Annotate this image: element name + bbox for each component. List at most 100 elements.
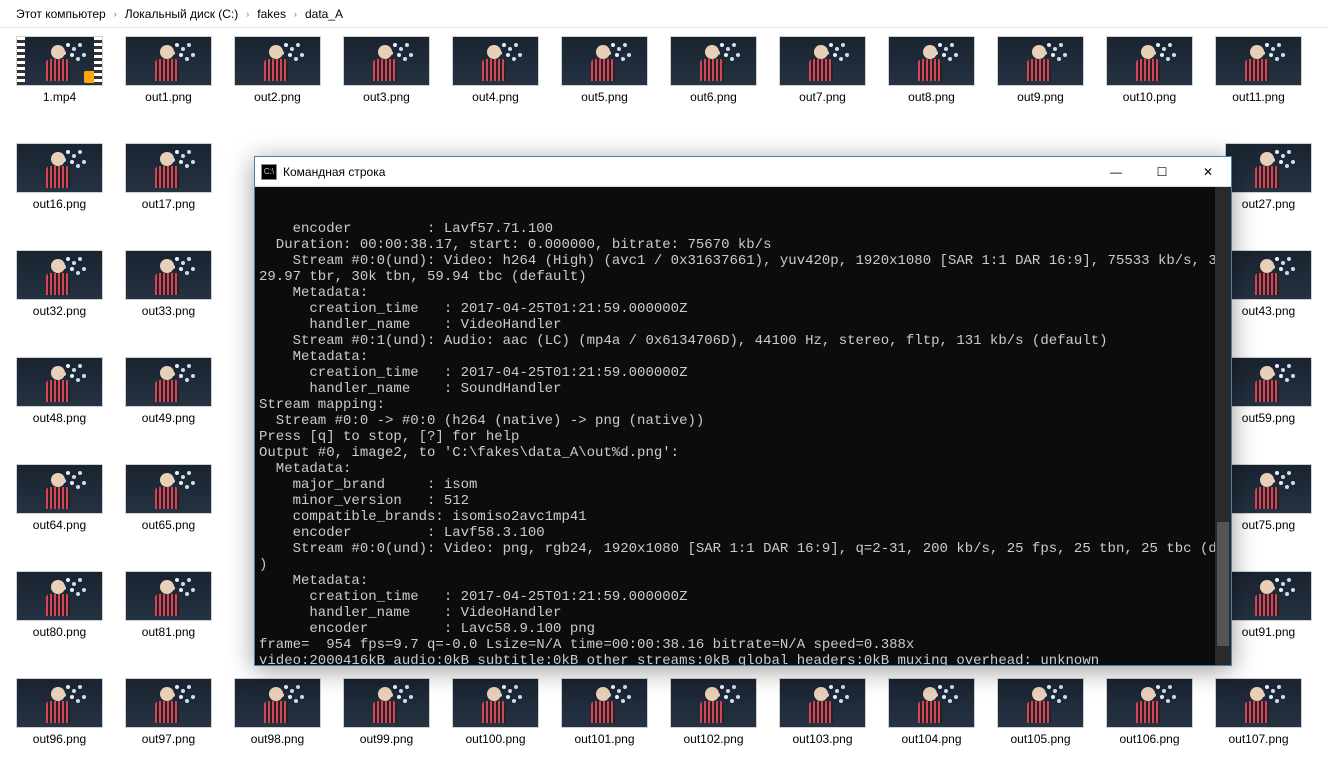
image-thumbnail: [125, 357, 212, 407]
terminal-title: Командная строка: [283, 165, 1093, 179]
minimize-button[interactable]: —: [1093, 157, 1139, 186]
file-item[interactable]: out96.png: [16, 678, 103, 758]
file-item[interactable]: 1.mp4: [16, 36, 103, 116]
file-item[interactable]: out64.png: [16, 464, 103, 544]
image-thumbnail: [1225, 357, 1312, 407]
file-item[interactable]: out48.png: [16, 357, 103, 437]
close-button[interactable]: ✕: [1185, 157, 1231, 186]
file-item[interactable]: out10.png: [1106, 36, 1193, 116]
breadcrumb-segment[interactable]: Локальный диск (C:): [125, 7, 239, 21]
file-name: out9.png: [1017, 90, 1064, 104]
file-name: out80.png: [33, 625, 86, 639]
image-thumbnail: [16, 571, 103, 621]
breadcrumb-segment[interactable]: Этот компьютер: [16, 7, 106, 21]
terminal-scrollbar[interactable]: [1215, 187, 1231, 665]
file-item[interactable]: out6.png: [670, 36, 757, 116]
terminal-body[interactable]: encoder : Lavf57.71.100 Duration: 00:00:…: [255, 187, 1231, 665]
file-item[interactable]: out98.png: [234, 678, 321, 758]
image-thumbnail: [670, 36, 757, 86]
file-item[interactable]: out27.png: [1225, 143, 1312, 223]
file-name: out33.png: [142, 304, 195, 318]
file-item[interactable]: out100.png: [452, 678, 539, 758]
file-name: out7.png: [799, 90, 846, 104]
file-name: out64.png: [33, 518, 86, 532]
image-thumbnail: [1225, 464, 1312, 514]
image-thumbnail: [1215, 678, 1302, 728]
terminal-titlebar[interactable]: C:\ Командная строка — ☐ ✕: [255, 157, 1231, 187]
image-thumbnail: [125, 571, 212, 621]
file-item[interactable]: out17.png: [125, 143, 212, 223]
scroll-thumb[interactable]: [1217, 522, 1229, 646]
image-thumbnail: [561, 678, 648, 728]
file-name: out11.png: [1232, 90, 1285, 104]
breadcrumb-segment[interactable]: data_A: [305, 7, 343, 21]
file-item[interactable]: out8.png: [888, 36, 975, 116]
image-thumbnail: [997, 678, 1084, 728]
file-name: out6.png: [690, 90, 737, 104]
image-thumbnail: [125, 464, 212, 514]
file-item[interactable]: out2.png: [234, 36, 321, 116]
file-name: 1.mp4: [43, 90, 76, 104]
file-item[interactable]: out103.png: [779, 678, 866, 758]
file-item[interactable]: out107.png: [1215, 678, 1302, 758]
file-item[interactable]: out106.png: [1106, 678, 1193, 758]
file-name: out48.png: [33, 411, 86, 425]
file-item[interactable]: out33.png: [125, 250, 212, 330]
file-item[interactable]: out4.png: [452, 36, 539, 116]
file-name: out8.png: [908, 90, 955, 104]
file-name: out99.png: [360, 732, 413, 746]
breadcrumb-segment[interactable]: fakes: [257, 7, 286, 21]
file-item[interactable]: out65.png: [125, 464, 212, 544]
image-thumbnail: [125, 678, 212, 728]
image-thumbnail: [1225, 143, 1312, 193]
file-item[interactable]: out91.png: [1225, 571, 1312, 651]
file-name: out106.png: [1119, 732, 1179, 746]
file-name: out32.png: [33, 304, 86, 318]
window-buttons: — ☐ ✕: [1093, 157, 1231, 186]
file-name: out1.png: [145, 90, 192, 104]
image-thumbnail: [16, 143, 103, 193]
file-name: out17.png: [142, 197, 195, 211]
file-item[interactable]: out11.png: [1215, 36, 1302, 116]
image-thumbnail: [343, 678, 430, 728]
file-item[interactable]: out43.png: [1225, 250, 1312, 330]
file-item[interactable]: out105.png: [997, 678, 1084, 758]
file-name: out65.png: [142, 518, 195, 532]
image-thumbnail: [452, 36, 539, 86]
file-item[interactable]: out9.png: [997, 36, 1084, 116]
file-name: out96.png: [33, 732, 86, 746]
image-thumbnail: [16, 464, 103, 514]
file-item[interactable]: out16.png: [16, 143, 103, 223]
file-item[interactable]: out101.png: [561, 678, 648, 758]
file-name: out4.png: [472, 90, 519, 104]
image-thumbnail: [1106, 678, 1193, 728]
file-item[interactable]: out75.png: [1225, 464, 1312, 544]
image-thumbnail: [670, 678, 757, 728]
file-item[interactable]: out59.png: [1225, 357, 1312, 437]
file-item[interactable]: out81.png: [125, 571, 212, 651]
file-item[interactable]: out80.png: [16, 571, 103, 651]
file-name: out102.png: [683, 732, 743, 746]
image-thumbnail: [1225, 571, 1312, 621]
maximize-button[interactable]: ☐: [1139, 157, 1185, 186]
terminal-output: encoder : Lavf57.71.100 Duration: 00:00:…: [259, 221, 1227, 665]
file-name: out16.png: [33, 197, 86, 211]
file-item[interactable]: out5.png: [561, 36, 648, 116]
file-item[interactable]: out1.png: [125, 36, 212, 116]
file-item[interactable]: out102.png: [670, 678, 757, 758]
image-thumbnail: [16, 678, 103, 728]
terminal-icon: C:\: [261, 164, 277, 180]
file-item[interactable]: out104.png: [888, 678, 975, 758]
file-item[interactable]: out3.png: [343, 36, 430, 116]
breadcrumb[interactable]: Этот компьютер›Локальный диск (C:)›fakes…: [0, 0, 1328, 28]
image-thumbnail: [16, 250, 103, 300]
file-item[interactable]: out7.png: [779, 36, 866, 116]
file-item[interactable]: out49.png: [125, 357, 212, 437]
file-item[interactable]: out32.png: [16, 250, 103, 330]
file-name: out101.png: [574, 732, 634, 746]
image-thumbnail: [16, 357, 103, 407]
file-item[interactable]: out97.png: [125, 678, 212, 758]
terminal-window[interactable]: C:\ Командная строка — ☐ ✕ encoder : Lav…: [254, 156, 1232, 666]
breadcrumb-separator: ›: [294, 9, 297, 19]
file-item[interactable]: out99.png: [343, 678, 430, 758]
